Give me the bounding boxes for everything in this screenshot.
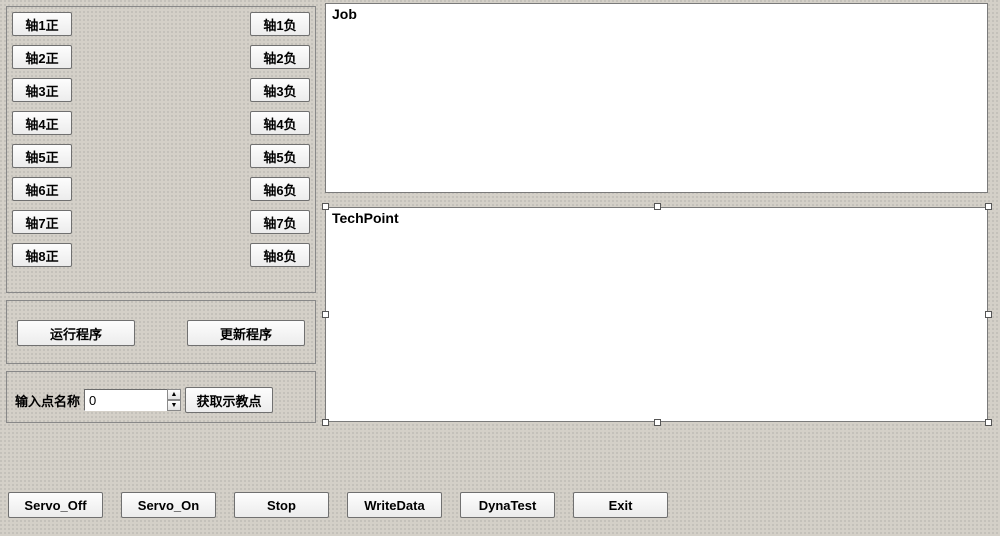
servo-off-button[interactable]: Servo_Off bbox=[8, 492, 103, 518]
axis6-positive-button[interactable]: 轴6正 bbox=[12, 177, 72, 201]
point-name-spinner[interactable]: ▲ ▼ bbox=[167, 389, 181, 411]
bottom-toolbar: Servo_Off Servo_On Stop WriteData DynaTe… bbox=[8, 492, 668, 518]
axis1-positive-button[interactable]: 轴1正 bbox=[12, 12, 72, 36]
axis5-positive-button[interactable]: 轴5正 bbox=[12, 144, 72, 168]
servo-on-button[interactable]: Servo_On bbox=[121, 492, 216, 518]
selection-handle-middle-right[interactable] bbox=[985, 311, 992, 318]
point-name-input[interactable] bbox=[84, 389, 168, 411]
get-teach-point-button[interactable]: 获取示教点 bbox=[185, 387, 273, 413]
selection-handle-top-right[interactable] bbox=[985, 203, 992, 210]
spinner-down-icon[interactable]: ▼ bbox=[167, 400, 181, 411]
axis3-positive-button[interactable]: 轴3正 bbox=[12, 78, 72, 102]
selection-handle-bottom-left[interactable] bbox=[322, 419, 329, 426]
selection-handle-middle-left[interactable] bbox=[322, 311, 329, 318]
axis2-positive-button[interactable]: 轴2正 bbox=[12, 45, 72, 69]
update-program-button[interactable]: 更新程序 bbox=[187, 320, 305, 346]
run-program-button[interactable]: 运行程序 bbox=[17, 320, 135, 346]
teach-point-panel: 输入点名称 ▲ ▼ 获取示教点 bbox=[6, 371, 316, 423]
exit-button[interactable]: Exit bbox=[573, 492, 668, 518]
stop-button[interactable]: Stop bbox=[234, 492, 329, 518]
dyna-test-button[interactable]: DynaTest bbox=[460, 492, 555, 518]
program-panel: 运行程序 更新程序 bbox=[6, 300, 316, 364]
axis4-negative-button[interactable]: 轴4负 bbox=[250, 111, 310, 135]
techpoint-textbox[interactable]: TechPoint bbox=[325, 207, 988, 422]
job-textbox[interactable]: Job bbox=[325, 3, 988, 193]
axis8-negative-button[interactable]: 轴8负 bbox=[250, 243, 310, 267]
axis8-positive-button[interactable]: 轴8正 bbox=[12, 243, 72, 267]
axis2-negative-button[interactable]: 轴2负 bbox=[250, 45, 310, 69]
axis1-negative-button[interactable]: 轴1负 bbox=[250, 12, 310, 36]
write-data-button[interactable]: WriteData bbox=[347, 492, 442, 518]
spinner-up-icon[interactable]: ▲ bbox=[167, 389, 181, 400]
axis3-negative-button[interactable]: 轴3负 bbox=[250, 78, 310, 102]
axis7-negative-button[interactable]: 轴7负 bbox=[250, 210, 310, 234]
selection-handle-top-middle[interactable] bbox=[654, 203, 661, 210]
selection-handle-bottom-middle[interactable] bbox=[654, 419, 661, 426]
axis7-positive-button[interactable]: 轴7正 bbox=[12, 210, 72, 234]
input-name-label: 输入点名称 bbox=[15, 391, 80, 410]
axis4-positive-button[interactable]: 轴4正 bbox=[12, 111, 72, 135]
selection-handle-top-left[interactable] bbox=[322, 203, 329, 210]
techpoint-label: TechPoint bbox=[332, 210, 399, 226]
selection-handle-bottom-right[interactable] bbox=[985, 419, 992, 426]
job-label: Job bbox=[332, 6, 357, 22]
axis6-negative-button[interactable]: 轴6负 bbox=[250, 177, 310, 201]
axis5-negative-button[interactable]: 轴5负 bbox=[250, 144, 310, 168]
axis-panel: 轴1正 轴1负 轴2正 轴2负 轴3正 轴3负 轴4正 轴4负 轴5正 轴5负 … bbox=[6, 6, 316, 293]
